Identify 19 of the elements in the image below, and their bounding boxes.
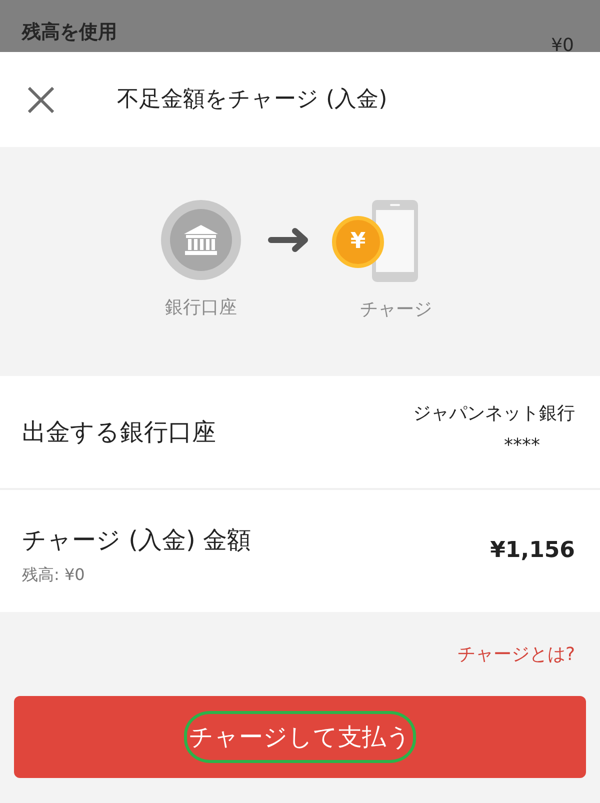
row-label: チャージ (入金) 金額 <box>22 525 251 555</box>
arrow-right-icon <box>268 227 310 253</box>
phone-icon <box>372 200 418 282</box>
charge-label: チャージ <box>360 298 432 322</box>
coin-symbol: ¥ <box>350 230 366 254</box>
help-link[interactable]: チャージとは? <box>457 643 575 667</box>
bank-name: ジャパンネット銀行 <box>413 402 575 426</box>
bank-account-label: 銀行口座 <box>165 296 237 320</box>
row-label: 出金する銀行口座 <box>22 417 216 447</box>
sheet-title: 不足金額をチャージ (入金) <box>117 86 388 114</box>
close-icon[interactable] <box>28 86 54 112</box>
charge-and-pay-button[interactable]: チャージして支払う <box>14 696 586 778</box>
bank-account-row[interactable]: 出金する銀行口座 ジャパンネット銀行 **** <box>0 376 600 488</box>
masked-account-number: **** <box>504 434 541 458</box>
balance-amount: ¥0 <box>551 39 574 52</box>
section-title: 残高を使用 <box>22 20 117 44</box>
charge-amount: ¥1,156 <box>490 537 575 565</box>
balance-text: 残高: ¥0 <box>22 565 85 585</box>
bank-icon <box>161 200 241 280</box>
